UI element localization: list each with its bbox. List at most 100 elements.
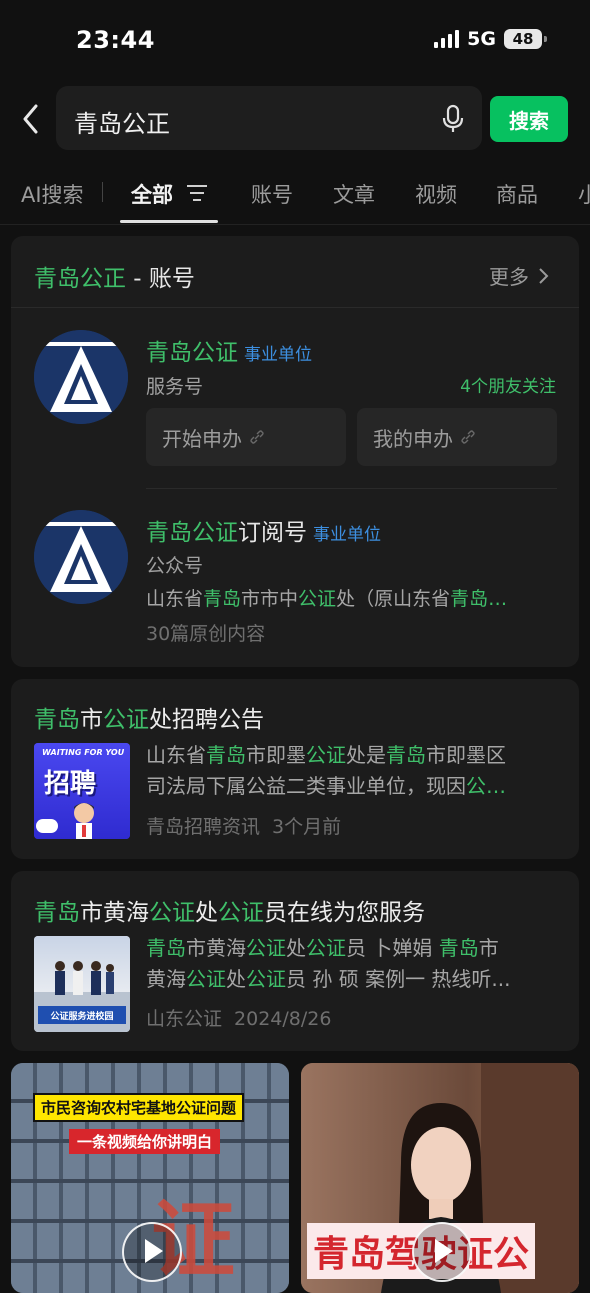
play-icon[interactable]: [412, 1222, 472, 1282]
tab-articles[interactable]: 文章: [333, 179, 375, 209]
account-name[interactable]: 青岛公证 事业单位: [146, 333, 312, 367]
title-highlight: 青岛: [34, 900, 80, 926]
chevron-right-icon: [539, 267, 549, 284]
tab-products[interactable]: 商品: [496, 179, 538, 209]
more-label: 更多: [489, 265, 529, 289]
search-button[interactable]: 搜索: [490, 96, 568, 142]
article-thumbnail[interactable]: 公证服务进校园: [34, 936, 130, 1032]
desc-text: 处（原山东省: [336, 588, 451, 610]
account-type: 公众号: [146, 555, 204, 577]
tab-ai-search[interactable]: AI搜索: [21, 179, 84, 209]
video-card[interactable]: 证 市民咨询农村宅基地公证问题 一条视频给你讲明白: [11, 1063, 289, 1293]
snippet-text: 员 卜婵娟: [346, 936, 439, 960]
action-label: 我的申办: [373, 426, 453, 451]
desc-highlight: 公证: [298, 588, 337, 610]
article-meta: 青岛招聘资讯 3个月前: [146, 812, 341, 839]
snippet-highlight: 公证: [306, 743, 346, 767]
thumbnail-banner: 公证服务进校园: [38, 1006, 126, 1024]
snippet-text: 处: [286, 936, 306, 960]
section-divider: [11, 307, 579, 308]
snippet-text: 市: [478, 936, 499, 960]
article-thumbnail[interactable]: WAITING FOR YOU 招聘: [34, 743, 130, 839]
snippet-text: 山东省: [146, 743, 206, 767]
original-content-count: 30篇原创内容: [146, 623, 266, 645]
article-title[interactable]: 青岛市公证处招聘公告: [34, 700, 264, 734]
thumbnail-caption: WAITING FOR YOU: [42, 748, 125, 757]
search-query-text[interactable]: 青岛公正: [74, 104, 170, 139]
snippet-highlight: 青岛: [438, 936, 479, 960]
action-label: 开始申办: [162, 426, 242, 451]
tabs-divider: [0, 224, 590, 225]
filter-tabs: AI搜索 全部 账号 文章 视频 商品 小: [0, 168, 590, 224]
tab-divider: [102, 182, 103, 202]
snippet-highlight: 公证: [246, 967, 286, 991]
article-time: 2024/8/26: [234, 1008, 332, 1030]
tab-more-partial[interactable]: 小: [578, 179, 590, 209]
account-section-title: 青岛公正 - 账号: [34, 259, 195, 293]
start-application-button[interactable]: 开始申办: [146, 408, 346, 466]
article-meta: 山东公证 2024/8/26: [146, 1004, 331, 1031]
status-time: 23:44: [76, 26, 155, 54]
account-avatar[interactable]: [34, 510, 128, 604]
notary-logo-icon: [34, 510, 128, 604]
battery-level: 48: [512, 30, 534, 48]
back-arrow-icon[interactable]: [18, 101, 46, 137]
link-icon: [250, 430, 264, 444]
title-text: 员在线为您服务: [264, 900, 425, 926]
account-type: 服务号: [146, 376, 204, 398]
account-avatar[interactable]: [34, 330, 128, 424]
people-icon: [55, 961, 114, 995]
article-snippet-line2: 黄海公证处公证员 孙 硕 案例一 热线听...: [146, 964, 511, 995]
title-highlight: 公证: [103, 707, 149, 733]
article-snippet-line1: 山东省青岛市即墨公证处是青岛市即墨区: [146, 740, 506, 771]
tab-accounts[interactable]: 账号: [251, 179, 293, 209]
article-time: 3个月前: [272, 816, 342, 838]
filter-icon[interactable]: [186, 184, 208, 202]
account-name-highlight: 青岛公证: [146, 340, 238, 366]
battery-icon: 48: [504, 29, 547, 49]
tab-videos[interactable]: 视频: [415, 179, 457, 209]
network-type: 5G: [467, 28, 496, 50]
snippet-text: 处: [226, 967, 246, 991]
video-card[interactable]: 青岛驾驶证公: [301, 1063, 579, 1293]
snippet-text: 司法局下属公益二类事业单位，现因: [146, 774, 466, 798]
snippet-highlight: 青岛: [386, 743, 426, 767]
query-highlight: 青岛公正: [34, 266, 126, 292]
microphone-icon[interactable]: [440, 104, 466, 134]
snippet-text: 市即墨区: [426, 743, 506, 767]
article-snippet-line1: 青岛市黄海公证处公证员 卜婵娟 青岛市: [146, 933, 499, 964]
snippet-text: 市即墨: [246, 743, 306, 767]
title-text: 市: [80, 707, 103, 733]
article-title[interactable]: 青岛市黄海公证处公证员在线为您服务: [34, 893, 425, 927]
account-name-highlight: 青岛公证: [146, 520, 238, 546]
desc-highlight: 青岛…: [450, 588, 508, 610]
friends-following: 4个朋友关注: [460, 377, 556, 397]
snippet-text: 市黄海: [186, 936, 246, 960]
title-highlight: 青岛: [34, 707, 80, 733]
tab-all[interactable]: 全部: [131, 179, 173, 209]
desc-text: 市市中: [241, 588, 299, 610]
account-divider: [146, 488, 557, 489]
snippet-highlight: 公证: [246, 936, 286, 960]
section-label: - 账号: [126, 266, 195, 292]
desc-highlight: 青岛: [203, 588, 242, 610]
play-icon[interactable]: [122, 1222, 182, 1282]
video-caption-sub: 一条视频给你讲明白: [69, 1129, 221, 1154]
more-accounts-link[interactable]: 更多: [489, 261, 549, 290]
account-description: 山东省青岛市市中公证处（原山东省青岛…: [146, 584, 507, 611]
title-highlight: 公证: [218, 900, 264, 926]
account-name[interactable]: 青岛公证订阅号 事业单位: [146, 513, 381, 547]
snippet-highlight: 青岛: [146, 936, 186, 960]
snippet-highlight: 公…: [466, 774, 506, 798]
snippet-highlight: 公证: [186, 967, 226, 991]
title-text: 处招聘公告: [149, 707, 264, 733]
title-text: 市黄海: [80, 900, 149, 926]
article-source: 山东公证: [146, 1008, 223, 1030]
link-icon: [461, 430, 475, 444]
my-applications-button[interactable]: 我的申办: [357, 408, 557, 466]
video-caption-top: 市民咨询农村宅基地公证问题: [33, 1093, 245, 1122]
snippet-text: 员 孙 硕 案例一 热线听...: [286, 967, 511, 991]
active-tab-indicator: [120, 220, 218, 223]
snippet-text: 黄海: [146, 967, 186, 991]
article-snippet-line2: 司法局下属公益二类事业单位，现因公…: [146, 771, 506, 802]
